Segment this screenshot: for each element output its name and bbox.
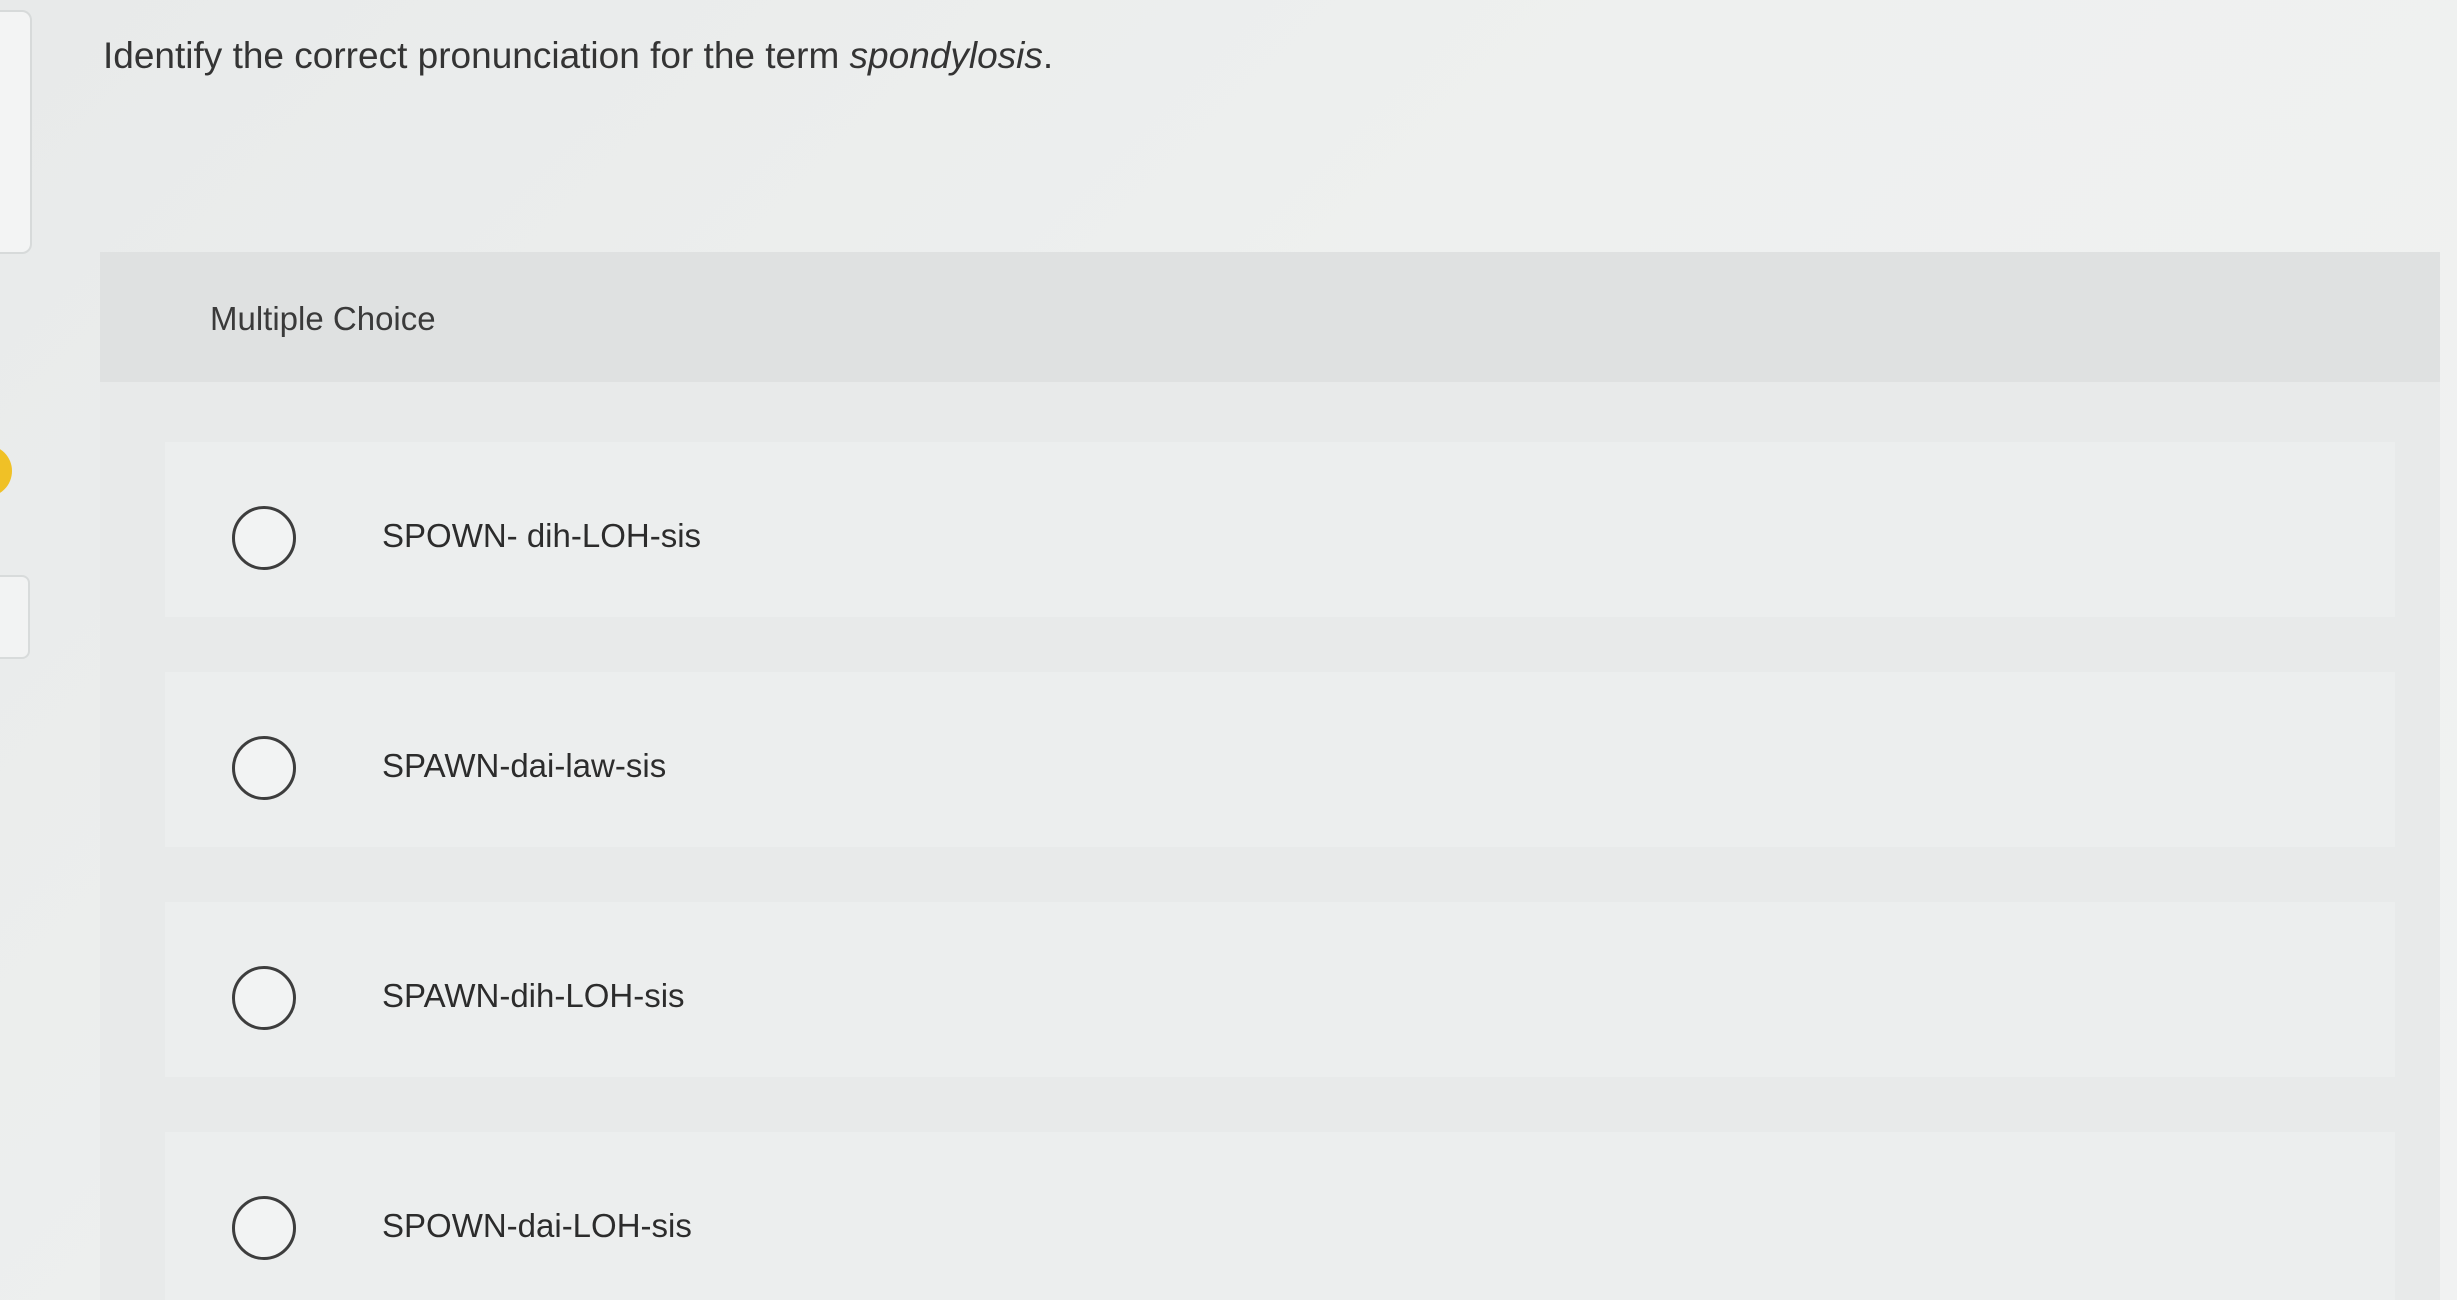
question-period: . bbox=[1042, 35, 1054, 76]
answer-option-2[interactable]: SPAWN-dai-law-sis bbox=[165, 672, 2395, 847]
left-edge-tab bbox=[0, 575, 30, 659]
multiple-choice-label: Multiple Choice bbox=[210, 300, 436, 337]
question-prompt: Identify the correct pronunciation for t… bbox=[103, 34, 1053, 78]
answer-option-1[interactable]: SPOWN- dih-LOH-sis bbox=[165, 442, 2395, 617]
question-marker bbox=[0, 445, 12, 497]
radio-button-icon[interactable] bbox=[232, 736, 296, 800]
answer-option-label: SPOWN-dai-LOH-sis bbox=[382, 1207, 692, 1244]
question-term: spondylosis bbox=[849, 35, 1043, 76]
multiple-choice-header: Multiple Choice bbox=[100, 252, 2440, 382]
radio-button-icon[interactable] bbox=[232, 966, 296, 1030]
answer-option-label: SPAWN-dai-law-sis bbox=[382, 747, 667, 784]
answer-option-3[interactable]: SPAWN-dih-LOH-sis bbox=[165, 902, 2395, 1077]
answer-option-label: SPAWN-dih-LOH-sis bbox=[382, 977, 685, 1014]
radio-button-icon[interactable] bbox=[232, 506, 296, 570]
answer-option-4[interactable]: SPOWN-dai-LOH-sis bbox=[165, 1132, 2395, 1300]
multiple-choice-panel: Multiple Choice SPOWN- dih-LOH-sis SPAWN… bbox=[100, 252, 2440, 1300]
quiz-page: Identify the correct pronunciation for t… bbox=[0, 0, 2457, 1300]
question-text: Identify the correct pronunciation for t… bbox=[103, 35, 850, 76]
answer-option-label: SPOWN- dih-LOH-sis bbox=[382, 517, 702, 554]
radio-button-icon[interactable] bbox=[232, 1196, 296, 1260]
left-edge-panel bbox=[0, 10, 32, 254]
